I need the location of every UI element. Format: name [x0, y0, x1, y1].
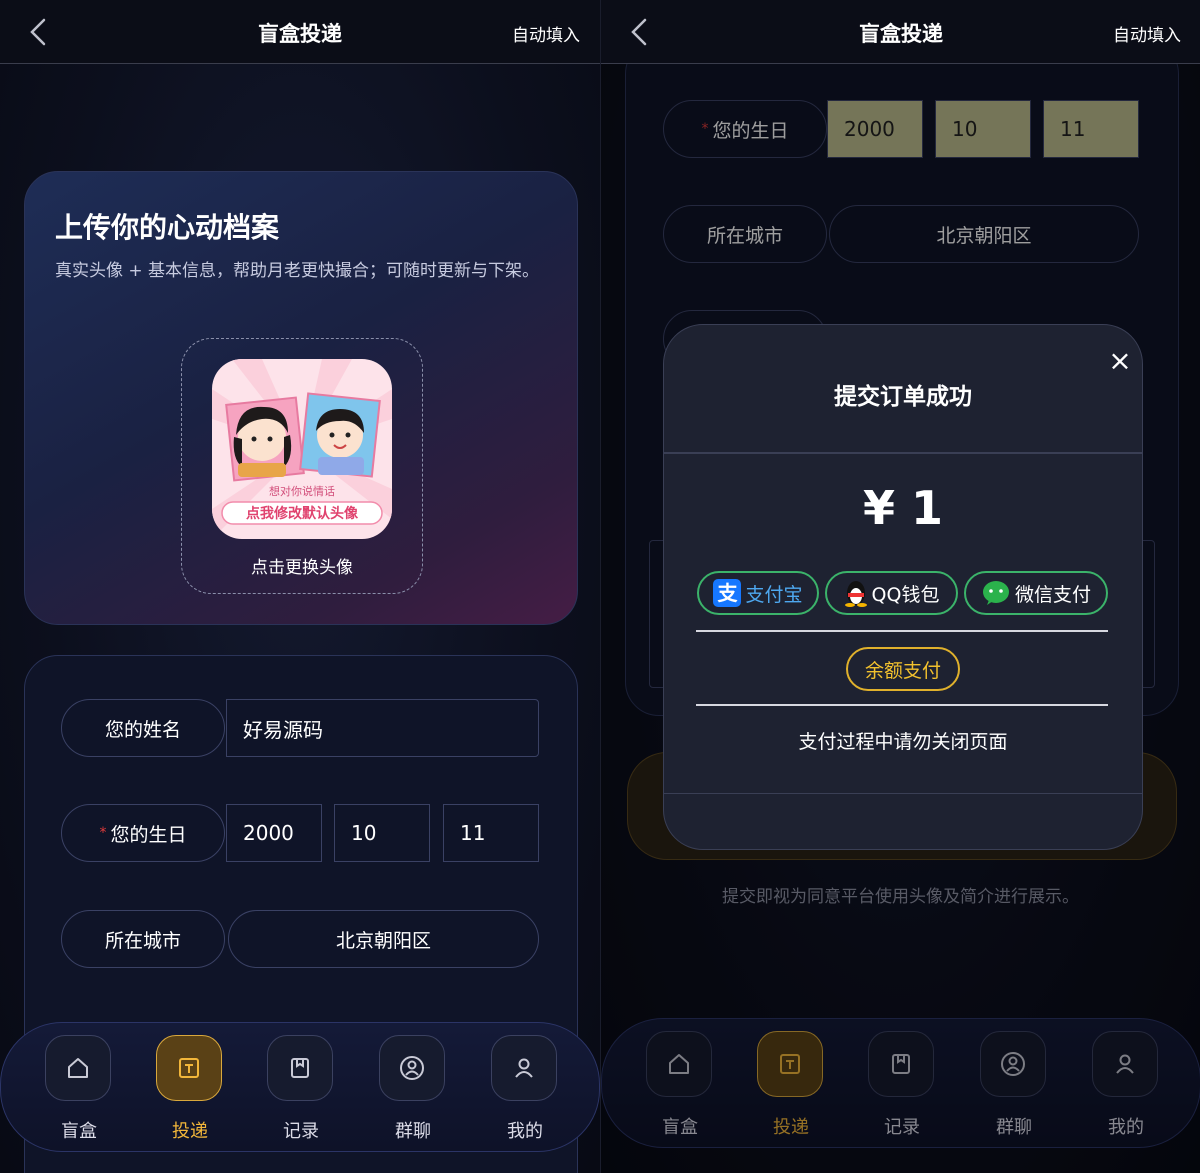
- close-icon[interactable]: ×: [1106, 347, 1134, 375]
- balance-pay-button[interactable]: 余额支付: [846, 647, 960, 691]
- name-label: 您的姓名: [61, 699, 225, 757]
- required-marker: *: [99, 825, 107, 841]
- birth-month-input[interactable]: 10: [334, 804, 430, 862]
- deliver-icon: [156, 1035, 222, 1101]
- autofill-button[interactable]: 自动填入: [512, 21, 580, 46]
- upload-card-subtitle: 真实头像 + 基本信息，帮助月老更快撮合；可随时更新与下架。: [55, 261, 540, 281]
- nav-item-group-chat[interactable]: 群聊: [379, 1035, 447, 1143]
- birth-day-input[interactable]: 11: [443, 804, 539, 862]
- page-title: 盲盒投递: [258, 22, 342, 46]
- nav-item-blindbox[interactable]: 盲盒: [45, 1035, 113, 1143]
- bottom-nav: 盲盒 投递 记录 群聊 我的: [0, 1022, 600, 1152]
- modal-divider: [664, 452, 1142, 454]
- page-title: 盲盒投递: [859, 22, 943, 46]
- avatar-image[interactable]: 想对你说情话 点我修改默认头像: [212, 359, 392, 539]
- wechat-pay-button[interactable]: 微信支付: [964, 571, 1108, 615]
- qq-penguin-icon: [844, 579, 868, 607]
- modal-separator: [696, 704, 1108, 706]
- payment-modal: × 提交订单成功 ¥ 1 支 支付宝 QQ钱包 微信支付 余额支付 支付过程中请…: [663, 324, 1143, 850]
- record-icon: [267, 1035, 333, 1101]
- top-bar: 盲盒投递 自动填入: [0, 0, 600, 64]
- modal-title: 提交订单成功: [834, 384, 972, 410]
- alipay-icon: 支: [713, 579, 742, 607]
- modal-separator: [696, 630, 1108, 632]
- alipay-button[interactable]: 支 支付宝: [697, 571, 819, 615]
- name-input[interactable]: 好易源码: [226, 699, 539, 757]
- avatar-upload-area[interactable]: 想对你说情话 点我修改默认头像 点击更换头像: [181, 338, 423, 594]
- nav-item-deliver[interactable]: 投递: [156, 1035, 224, 1143]
- wechat-icon: [981, 580, 1011, 606]
- group-chat-icon: [379, 1035, 445, 1101]
- birthday-label: * 您的生日: [61, 804, 225, 862]
- nav-item-record[interactable]: 记录: [267, 1035, 335, 1143]
- modal-divider: [664, 793, 1142, 794]
- qq-wallet-button[interactable]: QQ钱包: [825, 571, 958, 615]
- avatar-text-1: 想对你说情话: [269, 484, 335, 498]
- nav-item-me[interactable]: 我的: [491, 1035, 559, 1143]
- city-label: 所在城市: [61, 910, 225, 968]
- right-screen: * 您的生日 2000 10 11 所在城市 北京朝阳区 提交即视为同意平台使用头…: [600, 0, 1200, 1173]
- upload-card-title: 上传你的心动档案: [55, 211, 280, 244]
- top-bar: 盲盒投递 自动填入: [601, 0, 1200, 64]
- autofill-button[interactable]: 自动填入: [1113, 21, 1181, 46]
- birth-year-input[interactable]: 2000: [226, 804, 322, 862]
- payment-note: 支付过程中请勿关闭页面: [798, 731, 1008, 753]
- order-amount: ¥ 1: [862, 481, 944, 535]
- change-avatar-label[interactable]: 点击更换头像: [182, 553, 422, 578]
- city-selector[interactable]: 北京朝阳区: [228, 910, 539, 968]
- upload-profile-card: 上传你的心动档案 真实头像 + 基本信息，帮助月老更快撮合；可随时更新与下架。: [24, 171, 578, 625]
- home-icon: [45, 1035, 111, 1101]
- avatar-text-2: 点我修改默认头像: [246, 505, 359, 522]
- profile-icon: [491, 1035, 557, 1101]
- left-screen: 盲盒投递 自动填入 上传你的心动档案 真实头像 + 基本信息，帮助月老更快撮合；…: [0, 0, 600, 1173]
